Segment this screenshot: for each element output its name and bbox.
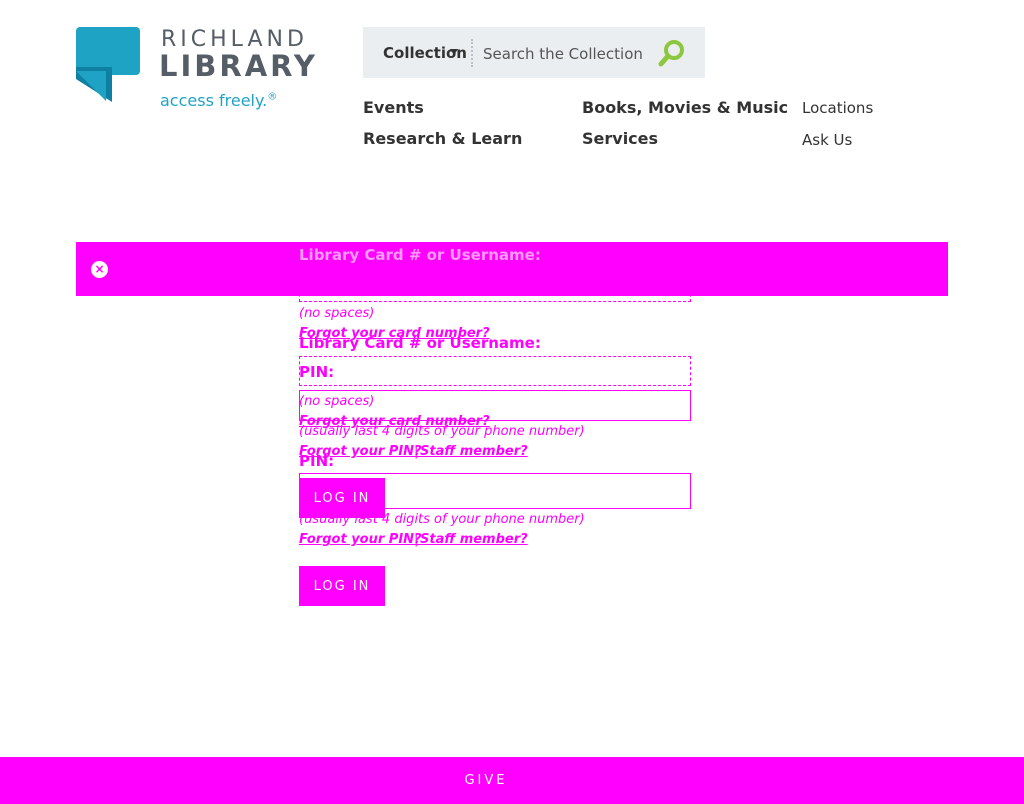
card-number-label: Library Card # or Username: [299, 246, 541, 264]
search-input[interactable] [481, 39, 655, 69]
pin-input[interactable] [299, 356, 691, 386]
chevron-down-icon[interactable] [450, 49, 458, 55]
card-number-label-2: Library Card # or Username: [299, 334, 541, 352]
card-number-hint: (no spaces) [299, 306, 375, 321]
logo-tagline: access freely.® [160, 91, 278, 110]
pin-label: PIN: [299, 363, 335, 381]
nav-books-movies-music[interactable]: Books, Movies & Music [582, 98, 788, 117]
staff-member-link[interactable]: Staff member? [420, 444, 528, 459]
forgot-pin-link-2[interactable]: Forgot your PIN? [299, 532, 422, 547]
collection-search: Collection [363, 27, 705, 78]
logo-mark-icon [76, 27, 140, 102]
richland-library-logo[interactable]: RICHLAND LIBRARY access freely.® [76, 27, 336, 117]
link-separator: | [414, 444, 419, 459]
login-button-2[interactable]: LOG IN [299, 566, 385, 606]
card-number-hint-2: (no spaces) [299, 394, 375, 409]
nav-research-learn[interactable]: Research & Learn [363, 129, 522, 148]
search-divider [471, 39, 473, 67]
search-icon[interactable] [657, 38, 687, 68]
nav-locations[interactable]: Locations [802, 99, 873, 117]
nav-events[interactable]: Events [363, 98, 424, 117]
pin-hint: (usually last 4 digits of your phone num… [299, 424, 585, 439]
staff-member-link-2[interactable]: Staff member? [420, 532, 528, 547]
logo-name-line2: LIBRARY [159, 49, 318, 83]
close-icon[interactable]: × [91, 261, 108, 278]
footer-give-bar: GIVE [0, 757, 1024, 804]
pin-hint-2: (usually last 4 digits of your phone num… [299, 512, 585, 527]
pin-label-2: PIN: [299, 452, 335, 470]
give-link[interactable]: GIVE [0, 773, 972, 788]
card-number-input[interactable] [299, 272, 691, 302]
nav-ask-us[interactable]: Ask Us [802, 131, 852, 149]
nav-services[interactable]: Services [582, 129, 658, 148]
link-separator-2: | [414, 532, 419, 547]
